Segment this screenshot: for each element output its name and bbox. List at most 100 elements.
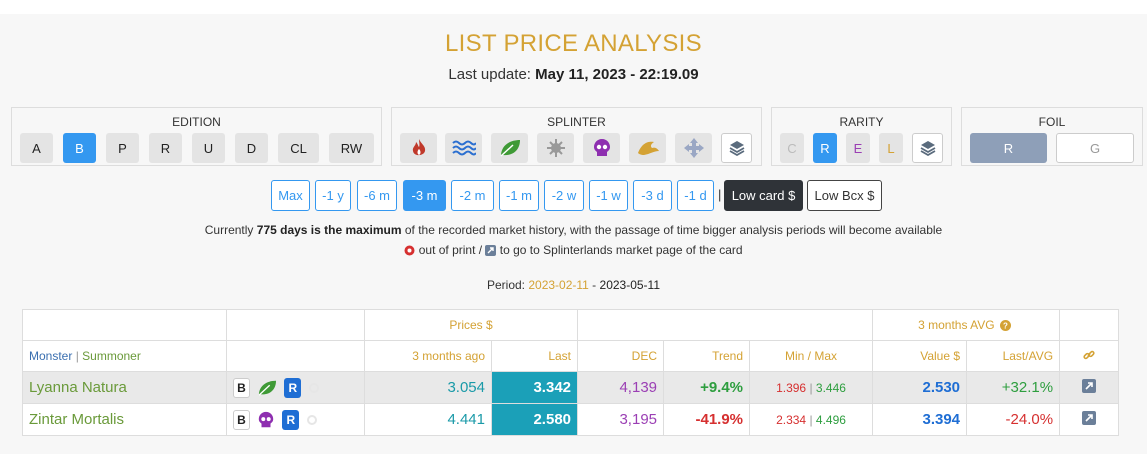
rarity-button-common[interactable]: C	[780, 133, 804, 163]
dragon-icon	[637, 141, 659, 155]
col-monster-summoner[interactable]: Monster | Summoner	[22, 340, 227, 372]
edition-label: EDITION	[172, 115, 221, 129]
edition-button-b[interactable]: B	[63, 133, 96, 163]
col-3-months-ago[interactable]: 3 months ago	[364, 340, 492, 372]
edition-button-u[interactable]: U	[192, 133, 225, 163]
period-button-max[interactable]: Max	[271, 180, 310, 211]
rarity-button-epic[interactable]: E	[846, 133, 870, 163]
out-of-print-icon	[404, 245, 415, 256]
link-icon	[1083, 350, 1095, 359]
price-last: 3.342	[490, 371, 579, 404]
period-button-2w[interactable]: -2 w	[544, 180, 584, 211]
page-title: LIST PRICE ANALYSIS	[445, 30, 702, 57]
rarity-button-legendary[interactable]: L	[879, 133, 903, 163]
card-name[interactable]: Zintar Mortalis	[22, 403, 227, 436]
prices-group-header: Prices $	[363, 309, 579, 341]
card-tags: B R	[226, 403, 365, 436]
period-button-3m[interactable]: -3 m	[403, 180, 446, 211]
price-dec: 4,139	[577, 371, 665, 404]
period-end: 2023-05-11	[599, 278, 661, 292]
col-min-max[interactable]: Min / Max	[749, 340, 874, 372]
water-icon	[451, 140, 476, 156]
edition-button-r[interactable]: R	[149, 133, 182, 163]
external-link-icon[interactable]	[1082, 410, 1097, 425]
help-icon[interactable]: ?	[999, 320, 1011, 332]
edition-button-d[interactable]: D	[235, 133, 268, 163]
col-trend[interactable]: Trend	[663, 340, 751, 372]
rarity-button-all[interactable]	[912, 133, 943, 163]
external-link-icon[interactable]	[1082, 378, 1097, 393]
foil-filter: FOIL R G	[961, 107, 1143, 166]
print-status-icon	[308, 382, 319, 393]
last-avg-value: -24.0%	[966, 403, 1061, 436]
all-splinter-button[interactable]	[721, 133, 752, 163]
min-max: 2.334 | 4.496	[749, 403, 874, 436]
last-update: Last update: May 11, 2023 - 22:19.09	[448, 66, 699, 83]
edition-button-cl[interactable]: CL	[278, 133, 319, 163]
period-separator: |	[718, 187, 722, 202]
death-splinter-button[interactable]	[583, 133, 620, 163]
period-info: Period: 2023-02-11 - 2023-05-11	[486, 278, 661, 292]
rarity-label: RARITY	[839, 115, 884, 129]
fire-icon	[412, 139, 425, 156]
avg-group-header: 3 months AVG ?	[872, 309, 1061, 341]
col-dec[interactable]: DEC	[577, 340, 665, 372]
period-button-1y[interactable]: -1 y	[315, 180, 351, 211]
neutral-splinter-button[interactable]	[675, 133, 712, 163]
rarity-tag: R	[282, 409, 300, 430]
trend-value: -41.9%	[663, 403, 751, 436]
col-value[interactable]: Value $	[872, 340, 968, 372]
avg-value: 3.394	[872, 403, 968, 436]
life-splinter-button[interactable]	[537, 133, 574, 163]
col-last-avg[interactable]: Last/AVG	[966, 340, 1061, 372]
fire-splinter-button[interactable]	[400, 133, 437, 163]
low-bcx-button[interactable]: Low Bcx $	[807, 180, 882, 211]
life-icon	[546, 139, 565, 157]
death-icon	[593, 139, 610, 156]
price-dec: 3,195	[577, 403, 665, 436]
low-card-button[interactable]: Low card $	[724, 180, 803, 211]
earth-icon	[258, 380, 277, 396]
col-link	[1059, 340, 1120, 372]
price-table: Prices $ 3 months AVG ? Monster | Summon…	[22, 309, 1120, 436]
table-row: Lyanna Natura B R 3.054 3.342 4,139 +9.4…	[22, 371, 1120, 404]
water-splinter-button[interactable]	[445, 133, 482, 163]
card-tags: B R	[226, 371, 365, 404]
layers-icon	[920, 141, 935, 156]
foil-button-gold[interactable]: G	[1056, 133, 1134, 163]
foil-label: FOIL	[1038, 115, 1066, 129]
min-max: 1.396 | 3.446	[749, 371, 874, 404]
table-row: Zintar Mortalis B R 4.441 2.580 3,195 -4…	[22, 403, 1120, 436]
rarity-button-rare[interactable]: R	[813, 133, 837, 163]
neutral-icon	[683, 138, 704, 158]
period-button-1d[interactable]: -1 d	[677, 180, 714, 211]
edition-button-p[interactable]: P	[106, 133, 139, 163]
death-icon	[258, 411, 274, 427]
earth-icon	[499, 140, 520, 157]
earth-splinter-button[interactable]	[491, 133, 528, 163]
price-last: 2.580	[490, 403, 579, 436]
period-button-3d[interactable]: -3 d	[633, 180, 672, 211]
edition-filter: EDITION A B P R U D CL RW	[11, 107, 382, 166]
splinter-label: SPLINTER	[547, 115, 606, 129]
period-button-1w[interactable]: -1 w	[589, 180, 628, 211]
rarity-tag: R	[284, 377, 302, 398]
col-last[interactable]: Last	[490, 340, 579, 372]
rarity-filter: RARITY C R E L	[771, 107, 952, 166]
history-note: Currently 775 days is the maximum of the…	[204, 223, 943, 237]
avg-value: 2.530	[872, 371, 968, 404]
print-status-icon	[306, 414, 317, 425]
period-start: 2023-02-11	[528, 278, 589, 292]
period-button-1m[interactable]: -1 m	[499, 180, 539, 211]
card-name[interactable]: Lyanna Natura	[22, 371, 227, 404]
splinter-filter: SPLINTER	[391, 107, 762, 166]
period-button-2m[interactable]: -2 m	[451, 180, 494, 211]
dragon-splinter-button[interactable]	[629, 133, 666, 163]
period-button-6m[interactable]: -6 m	[357, 180, 397, 211]
svg-text:?: ?	[1003, 322, 1008, 331]
edition-button-rw[interactable]: RW	[329, 133, 374, 163]
edition-button-a[interactable]: A	[20, 133, 53, 163]
layers-icon	[729, 141, 744, 156]
foil-button-regular[interactable]: R	[970, 133, 1047, 163]
price-3-months-ago: 3.054	[364, 371, 492, 404]
